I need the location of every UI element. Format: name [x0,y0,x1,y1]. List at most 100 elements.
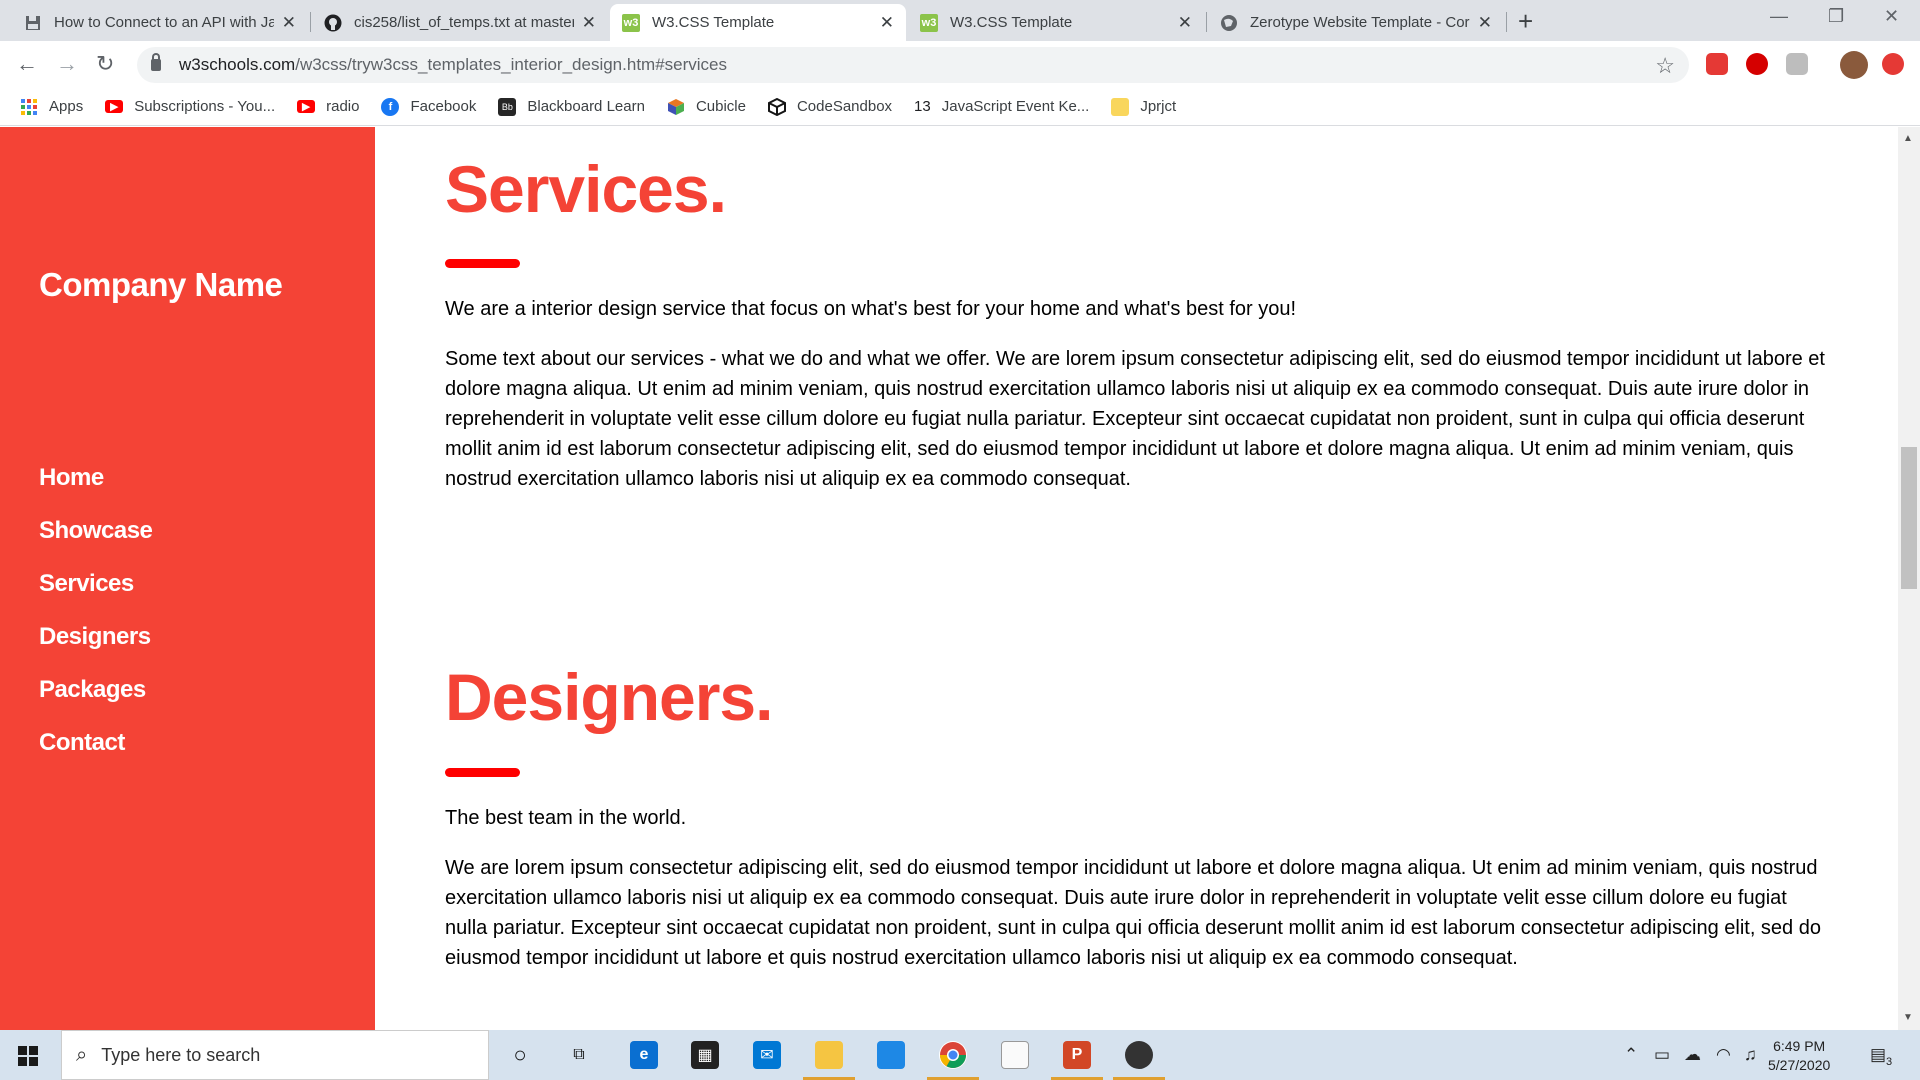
search-placeholder: Type here to search [101,1044,261,1065]
scroll-down-arrow-icon[interactable]: ▼ [1903,1012,1913,1023]
bookmark-star-icon[interactable]: ☆ [1655,53,1675,79]
bookmark-jprjct[interactable]: Jprjct [1111,97,1177,116]
update-icon[interactable] [1882,53,1904,75]
scrollbar-thumb[interactable] [1901,447,1917,589]
taskbar-search-box[interactable]: ⌕ Type here to search [61,1030,489,1080]
sidebar-item-showcase[interactable]: Showcase [39,504,153,557]
tab-title: W3.CSS Template [950,14,1073,31]
tab-zerotype[interactable]: Zerotype Website Template - Cor ✕ [1208,4,1504,41]
phone-icon[interactable] [877,1041,905,1069]
services-lead: We are a interior design service that fo… [445,298,1297,320]
bookmark-label: Jprjct [1140,98,1177,115]
bookmark-apps[interactable]: Apps [20,98,83,116]
lock-icon [151,53,161,71]
number-13-icon: 13 [914,98,931,115]
bookmark-label: CodeSandbox [796,98,893,115]
close-icon[interactable]: ✕ [282,13,296,33]
close-icon[interactable]: ✕ [1478,13,1492,33]
services-heading: Services. [445,152,727,226]
close-icon[interactable]: ✕ [880,13,894,33]
designers-divider [445,768,520,777]
powerpoint-icon[interactable]: P [1063,1041,1091,1069]
minimize-icon[interactable]: — [1770,6,1788,27]
w3-icon: w3 [920,13,938,32]
bookmark-label: Facebook [410,98,477,115]
bookmarks-bar: Apps ▶ Subscriptions - You... ▶ radio f … [0,88,1920,126]
notepad-icon[interactable] [1001,1041,1029,1069]
sidebar-item-home[interactable]: Home [39,451,152,504]
browser-toolbar: ← → ↻ w3schools.com/w3css/tryw3css_templ… [0,41,1920,88]
sidebar-nav: Home Showcase Services Designers Package… [39,451,153,769]
cloud-icon[interactable]: ☁ [1684,1045,1701,1065]
url-text[interactable]: w3schools.com/w3css/tryw3css_templates_i… [179,55,727,75]
opera-extension-icon[interactable] [1746,53,1768,75]
profile-avatar[interactable] [1840,51,1868,79]
bookmark-codesandbox[interactable]: CodeSandbox [767,97,893,116]
apps-grid-icon [20,98,38,116]
extension-grey-icon[interactable] [1786,53,1808,75]
file-explorer-icon[interactable] [815,1041,843,1069]
codesandbox-icon [767,97,786,116]
cortana-icon[interactable]: ○ [506,1041,534,1069]
clock-time: 6:49 PM [1773,1038,1826,1054]
bookmark-label: Subscriptions - You... [134,98,276,115]
chevron-up-icon[interactable]: ⌃ [1624,1045,1638,1065]
w3-icon: w3 [622,13,640,32]
tab-api[interactable]: How to Connect to an API with Ja ✕ [12,4,308,41]
tab-separator [310,12,311,32]
scroll-up-arrow-icon[interactable]: ▲ [1903,133,1913,144]
close-window-icon[interactable]: ✕ [1884,6,1899,27]
battery-icon[interactable]: ▭ [1654,1045,1670,1065]
reload-icon[interactable]: ↻ [96,51,114,77]
bookmark-radio[interactable]: ▶ radio [297,98,359,115]
globe-icon [1220,14,1238,32]
close-icon[interactable]: ✕ [582,13,596,33]
close-icon[interactable]: ✕ [1178,13,1192,33]
forward-arrow-icon[interactable]: → [56,51,78,77]
save-icon [24,14,42,32]
bookmark-js-event[interactable]: 13 JavaScript Event Ke... [914,98,1089,116]
folder-icon [1111,97,1130,116]
wifi-icon[interactable]: ◠ [1716,1045,1731,1065]
bookmark-label: Cubicle [695,98,746,115]
bookmark-blackboard[interactable]: Bb Blackboard Learn [498,97,645,116]
sidebar-item-services[interactable]: Services [39,557,152,610]
back-arrow-icon[interactable]: ← [16,51,38,77]
designers-heading: Designers. [445,660,773,734]
youtube-icon: ▶ [297,100,316,113]
sidebar-item-contact[interactable]: Contact [39,716,152,769]
github-icon [324,14,342,32]
bookmark-label: radio [326,98,360,115]
task-view-icon[interactable]: ⧉ [565,1041,593,1069]
app-icon[interactable] [1125,1041,1153,1069]
windows-start-icon[interactable] [18,1046,38,1066]
bookmark-facebook[interactable]: f Facebook [381,97,477,116]
tab-title: Zerotype Website Template - Cor [1250,14,1470,31]
tab-title: cis258/list_of_temps.txt at master [354,14,574,31]
sidebar-item-packages[interactable]: Packages [39,663,152,716]
tab-github[interactable]: cis258/list_of_temps.txt at master ✕ [312,4,608,41]
vertical-scrollbar[interactable]: ▲ ▼ [1898,127,1920,1030]
services-body: Some text about our services - what we d… [445,348,1825,490]
extension-icon[interactable] [1706,53,1728,75]
store-icon[interactable]: ▦ [691,1041,719,1069]
restore-icon[interactable]: ❐ [1828,6,1844,27]
address-bar[interactable]: w3schools.com/w3css/tryw3css_templates_i… [137,47,1689,83]
mail-icon[interactable]: ✉ [753,1041,781,1069]
page-viewport: Company Name Home Showcase Services Desi… [0,127,1920,1030]
new-tab-plus-icon[interactable]: + [1518,6,1533,37]
notifications-icon[interactable]: ▤ [1870,1045,1886,1065]
edge-icon[interactable]: e [630,1041,658,1069]
volume-icon[interactable]: ♫ [1744,1045,1757,1065]
bookmark-subscriptions[interactable]: ▶ Subscriptions - You... [105,98,275,115]
bookmark-label: JavaScript Event Ke... [941,98,1090,115]
designers-lead: The best team in the world. [445,807,687,829]
tab-w3css-active[interactable]: w3 W3.CSS Template ✕ [610,4,906,41]
bookmark-cubicle[interactable]: Cubicle [667,98,746,116]
tab-w3css[interactable]: w3 W3.CSS Template ✕ [908,4,1204,41]
blackboard-icon: Bb [498,97,517,116]
url-host: w3schools.com [179,55,296,74]
chrome-icon[interactable] [939,1041,967,1069]
system-clock[interactable]: 6:49 PM 5/27/2020 [1768,1037,1830,1075]
sidebar-item-designers[interactable]: Designers [39,610,152,663]
